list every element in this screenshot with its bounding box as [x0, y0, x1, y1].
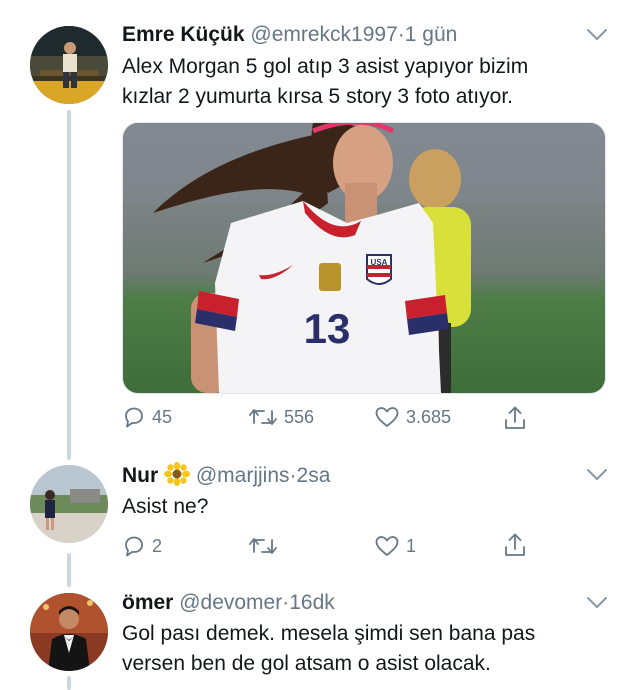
- tweet-text: Asist ne?: [122, 492, 622, 522]
- tweet-header: Nur @marjjins·2sa: [122, 462, 330, 489]
- jersey-number: 13: [304, 305, 351, 352]
- reply-button[interactable]: 2: [122, 534, 162, 558]
- tweet-media-photo[interactable]: USA 13: [122, 122, 606, 394]
- tweet-header: ömer @devomer·16dk: [122, 590, 335, 616]
- thread-line: [67, 553, 71, 587]
- like-count: 3.685: [406, 406, 452, 427]
- like-button[interactable]: 1: [374, 534, 416, 558]
- reply-icon: [125, 536, 143, 557]
- avatar[interactable]: [30, 26, 108, 104]
- timestamp[interactable]: 2sa: [297, 464, 331, 487]
- reply-count: 2: [152, 535, 163, 556]
- chevron-down-icon[interactable]: [586, 468, 608, 482]
- username[interactable]: @devomer: [179, 591, 282, 614]
- tweet-header: Emre Küçük @emrekck1997·1 gün: [122, 22, 457, 48]
- tweet-text: Alex Morgan 5 gol atıp 3 asist yapıyor b…: [122, 52, 622, 112]
- tweet-text-line: Alex Morgan 5 gol atıp 3 asist yapıyor b…: [122, 55, 529, 78]
- thread-line: [67, 676, 71, 690]
- tweet-text-line: kızlar 2 yumurta kırsa 5 story 3 foto at…: [122, 85, 513, 108]
- separator: ·: [397, 23, 405, 46]
- retweet-icon: [249, 538, 277, 554]
- sunflower-icon: [164, 462, 191, 486]
- avatar[interactable]: [30, 465, 108, 543]
- display-name[interactable]: Nur: [122, 464, 158, 487]
- thread-line: [67, 110, 71, 460]
- share-icon: [505, 406, 525, 429]
- tweet-text-line: versen ben de gol atsam o asist olacak.: [122, 652, 491, 675]
- reply-button[interactable]: 45: [122, 405, 172, 429]
- reply-count: 45: [152, 406, 173, 427]
- share-icon: [505, 533, 525, 556]
- separator: ·: [289, 464, 297, 487]
- share-button[interactable]: [503, 532, 527, 558]
- username[interactable]: @marjjins: [196, 464, 290, 487]
- display-name[interactable]: ömer: [122, 591, 173, 614]
- tweet-text-line: Gol pası demek. mesela şimdi sen bana pa…: [122, 622, 536, 645]
- heart-icon: [375, 407, 399, 427]
- retweet-button[interactable]: [248, 534, 284, 558]
- like-button[interactable]: 3.685: [374, 405, 451, 429]
- timestamp[interactable]: 16dk: [289, 591, 335, 614]
- retweet-icon: [249, 409, 277, 425]
- like-count: 1: [406, 535, 417, 556]
- share-button[interactable]: [503, 405, 527, 431]
- display-name[interactable]: Emre Küçük: [122, 23, 245, 46]
- tweet-text-line: Asist ne?: [122, 495, 209, 518]
- reply-icon: [125, 407, 143, 428]
- tweet-text: Gol pası demek. mesela şimdi sen bana pa…: [122, 619, 622, 679]
- avatar[interactable]: [30, 593, 108, 671]
- username[interactable]: @emrekck1997: [250, 23, 397, 46]
- retweet-button[interactable]: 556: [248, 405, 314, 429]
- crest-text: USA: [371, 258, 388, 267]
- retweet-count: 556: [284, 406, 315, 427]
- chevron-down-icon[interactable]: [586, 596, 608, 610]
- timestamp[interactable]: 1 gün: [405, 23, 458, 46]
- heart-icon: [375, 536, 399, 556]
- chevron-down-icon[interactable]: [586, 28, 608, 42]
